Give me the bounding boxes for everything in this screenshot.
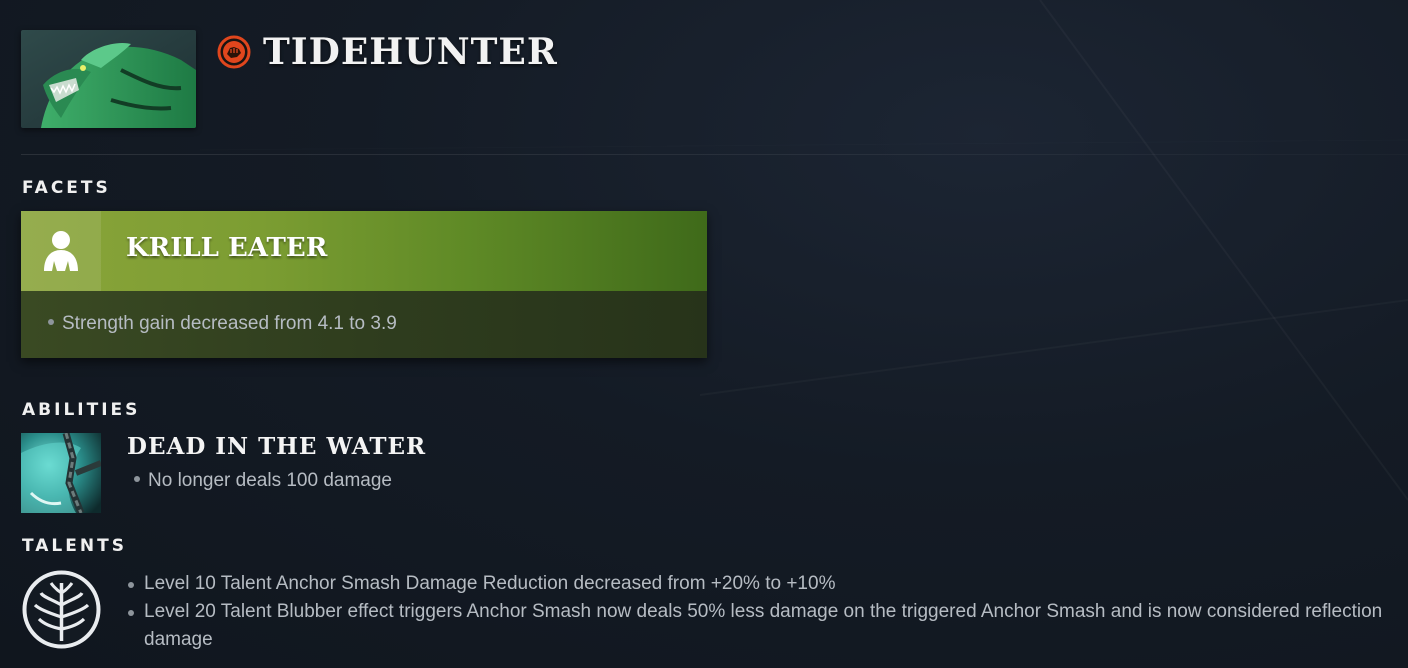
facets-section-title: FACETS — [22, 178, 111, 198]
abilities-section-title: ABILITIES — [22, 400, 141, 420]
ability-note: No longer deals 100 damage — [134, 470, 392, 492]
facet-header: KRILL EATER — [21, 211, 707, 291]
bullet-icon — [134, 475, 140, 482]
bullet-icon — [128, 582, 134, 588]
header-divider — [21, 154, 1408, 155]
ability-name: DEAD IN THE WATER — [127, 433, 427, 460]
anchor-chain-ability-icon — [21, 433, 101, 513]
hero-header: TIDEHUNTER — [21, 30, 1408, 128]
facet-body: Strength gain decreased from 4.1 to 3.9 — [21, 291, 707, 358]
talent-note: Level 20 Talent Blubber effect triggers … — [128, 598, 1388, 654]
person-silhouette-icon — [21, 211, 101, 291]
bullet-icon — [48, 318, 54, 325]
strength-attribute-icon — [217, 35, 251, 69]
facet-card: KRILL EATER Strength gain decreased from… — [21, 211, 707, 358]
ability-item: DEAD IN THE WATER No longer deals 100 da… — [21, 433, 921, 513]
facet-note: Strength gain decreased from 4.1 to 3.9 — [48, 313, 397, 335]
talent-note: Level 10 Talent Anchor Smash Damage Redu… — [128, 570, 1388, 598]
bullet-icon — [128, 610, 134, 616]
talents-section-title: TALENTS — [22, 536, 127, 556]
facet-name: KRILL EATER — [126, 233, 328, 263]
talent-list: Level 10 Talent Anchor Smash Damage Redu… — [128, 570, 1388, 654]
talent-tree-icon — [21, 569, 102, 650]
tidehunter-portrait — [21, 30, 196, 128]
hero-name: TIDEHUNTER — [263, 31, 558, 73]
